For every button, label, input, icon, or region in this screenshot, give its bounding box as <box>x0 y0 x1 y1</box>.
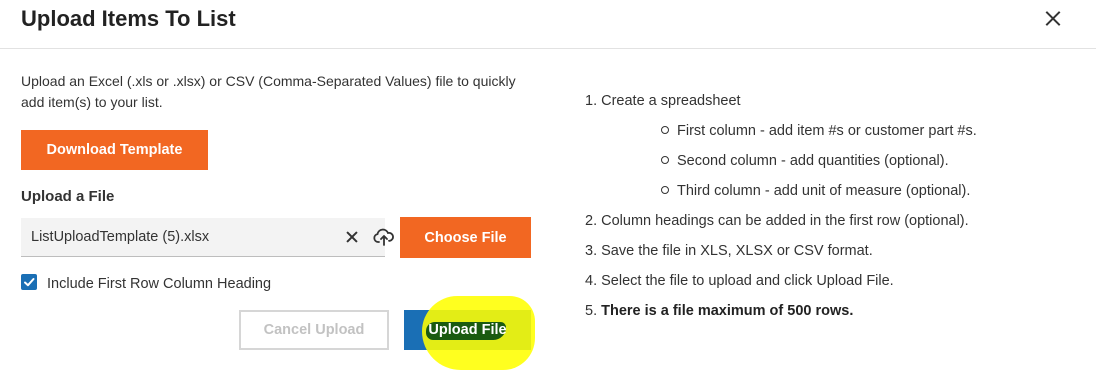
checkbox-checked-icon <box>24 278 35 287</box>
file-input[interactable]: ListUploadTemplate (5).xlsx <box>21 218 394 257</box>
step-2: 2. Column headings can be added in the f… <box>585 213 969 229</box>
sub-step-1: First column - add item #s or customer p… <box>661 123 977 139</box>
download-template-button[interactable]: Download Template <box>21 130 208 170</box>
cloud-upload-icon[interactable] <box>373 226 395 248</box>
sub-step-3: Third column - add unit of measure (opti… <box>661 183 970 199</box>
include-heading-checkbox[interactable] <box>21 274 37 290</box>
step-5: 5. There is a file maximum of 500 rows. <box>585 303 853 319</box>
step-5-text: There is a file maximum of 500 rows. <box>601 303 854 319</box>
intro-text: Upload an Excel (.xls or .xlsx) or CSV (… <box>21 73 516 110</box>
clear-icon[interactable] <box>343 228 361 246</box>
upload-file-button[interactable]: Upload File <box>404 296 535 370</box>
sub-step-1-text: First column - add item #s or customer p… <box>677 123 977 139</box>
step-1: 1. Create a spreadsheet <box>585 93 741 109</box>
include-heading-label: Include First Row Column Heading <box>47 276 272 292</box>
upload-file-label: Upload a File <box>21 188 115 205</box>
cancel-upload-button[interactable]: Cancel Upload <box>239 310 389 350</box>
dialog-header: Upload Items To List <box>0 0 1096 49</box>
choose-file-button[interactable]: Choose File <box>400 217 531 258</box>
bullet-icon <box>661 156 669 165</box>
sub-step-2-text: Second column - add quantities (optional… <box>677 153 949 169</box>
upload-file-label: Upload File <box>428 322 507 338</box>
close-icon[interactable] <box>1040 6 1066 32</box>
step-5-number: 5. <box>585 303 598 319</box>
dialog-title: Upload Items To List <box>21 6 236 31</box>
sub-step-3-text: Third column - add unit of measure (opti… <box>677 183 971 199</box>
bullet-icon <box>661 126 669 135</box>
bullet-icon <box>661 186 669 195</box>
sub-step-2: Second column - add quantities (optional… <box>661 153 949 169</box>
file-name: ListUploadTemplate (5).xlsx <box>31 229 210 245</box>
step-4: 4. Select the file to upload and click U… <box>585 273 894 289</box>
step-3: 3. Save the file in XLS, XLSX or CSV for… <box>585 243 873 259</box>
